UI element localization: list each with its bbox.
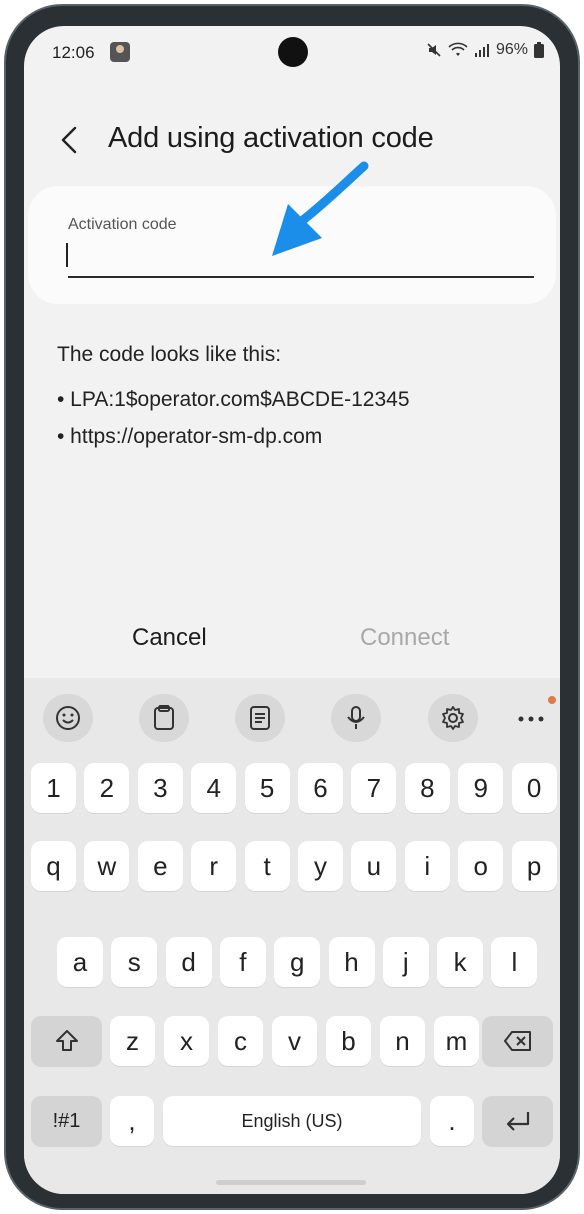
key-z[interactable]: z (110, 1016, 155, 1066)
key-x[interactable]: x (164, 1016, 209, 1066)
key-o[interactable]: o (458, 841, 504, 891)
symbols-key[interactable]: !#1 (31, 1096, 102, 1146)
more-icon (518, 716, 544, 722)
clipboard-icon (154, 705, 174, 730)
key-5[interactable]: 5 (244, 763, 290, 813)
key-7[interactable]: 7 (351, 763, 397, 813)
status-icons: 96% (426, 41, 544, 59)
key-1[interactable]: 1 (31, 763, 76, 813)
key-8[interactable]: 8 (404, 763, 450, 813)
clipboard-button[interactable] (139, 694, 189, 742)
battery-icon (534, 42, 544, 58)
home-indicator (216, 1180, 366, 1185)
keyboard-settings-button[interactable] (428, 694, 478, 742)
key-g[interactable]: g (274, 937, 321, 987)
enter-icon (506, 1112, 529, 1131)
microphone-icon (347, 706, 365, 729)
key-q[interactable]: q (31, 841, 76, 891)
key-v[interactable]: v (272, 1016, 317, 1066)
hint-example-url: • https://operator-sm-dp.com (57, 425, 323, 448)
notification-dot (548, 696, 556, 704)
page-title: Add using activation code (108, 122, 434, 154)
key-9[interactable]: 9 (458, 763, 504, 813)
text-cursor (66, 243, 68, 267)
cancel-button[interactable]: Cancel (132, 624, 207, 652)
emoji-button[interactable] (43, 694, 93, 742)
key-f[interactable]: f (219, 937, 266, 987)
key-0[interactable]: 0 (511, 763, 557, 813)
key-a[interactable]: a (57, 937, 103, 987)
key-k[interactable]: k (437, 937, 484, 987)
mute-icon (427, 43, 441, 57)
emoji-icon (56, 706, 80, 730)
key-s[interactable]: s (111, 937, 158, 987)
backspace-icon (503, 1031, 531, 1051)
key-j[interactable]: j (382, 937, 429, 987)
more-button[interactable] (516, 704, 546, 734)
key-3[interactable]: 3 (137, 763, 183, 813)
hint-title: The code looks like this: (57, 343, 282, 366)
key-y[interactable]: y (298, 841, 343, 891)
key-2[interactable]: 2 (84, 763, 130, 813)
keyboard-toolbar (24, 678, 560, 750)
key-l[interactable]: l (491, 937, 538, 987)
key-d[interactable]: d (165, 937, 212, 987)
key-c[interactable]: c (218, 1016, 263, 1066)
comma-key[interactable]: , (110, 1096, 154, 1146)
keyboard: 1234567890 qwertyuiop asdfghjkl zxcvbnm !#1… (24, 678, 560, 1194)
enter-key[interactable] (482, 1096, 553, 1146)
text-editing-icon (250, 706, 270, 730)
key-n[interactable]: n (380, 1016, 425, 1066)
back-button[interactable] (54, 122, 84, 158)
key-m[interactable]: m (434, 1016, 479, 1066)
signal-icon (474, 44, 489, 57)
key-4[interactable]: 4 (191, 763, 237, 813)
key-i[interactable]: i (404, 841, 450, 891)
hint-example-lpa: • LPA:1$operator.com$ABCDE-12345 (57, 388, 410, 411)
connect-button[interactable]: Connect (360, 624, 449, 652)
voice-input-button[interactable] (331, 694, 381, 742)
space-key[interactable]: English (US) (163, 1096, 421, 1146)
settings-icon (442, 706, 464, 730)
key-b[interactable]: b (326, 1016, 371, 1066)
shift-key[interactable] (31, 1016, 102, 1066)
pointer-arrow-icon (272, 161, 369, 256)
wifi-icon (448, 42, 468, 56)
text-editing-button[interactable] (235, 694, 285, 742)
battery-percent: 96% (495, 41, 528, 58)
shift-icon (55, 1030, 78, 1051)
key-h[interactable]: h (328, 937, 375, 987)
status-bar: 12:06 96% (24, 26, 560, 78)
chevron-left-icon (61, 126, 77, 154)
key-w[interactable]: w (84, 841, 130, 891)
key-p[interactable]: p (511, 841, 557, 891)
key-r[interactable]: r (191, 841, 237, 891)
period-key[interactable]: . (430, 1096, 474, 1146)
key-6[interactable]: 6 (298, 763, 343, 813)
notification-avatar-icon (110, 42, 130, 62)
phone-screen: 12:06 96% Add using activation code Acti… (24, 26, 560, 1194)
front-camera (278, 37, 308, 67)
key-u[interactable]: u (351, 841, 397, 891)
status-time: 12:06 (52, 43, 95, 62)
key-t[interactable]: t (244, 841, 290, 891)
activation-code-label: Activation code (68, 216, 177, 233)
key-e[interactable]: e (137, 841, 183, 891)
backspace-key[interactable] (482, 1016, 553, 1066)
